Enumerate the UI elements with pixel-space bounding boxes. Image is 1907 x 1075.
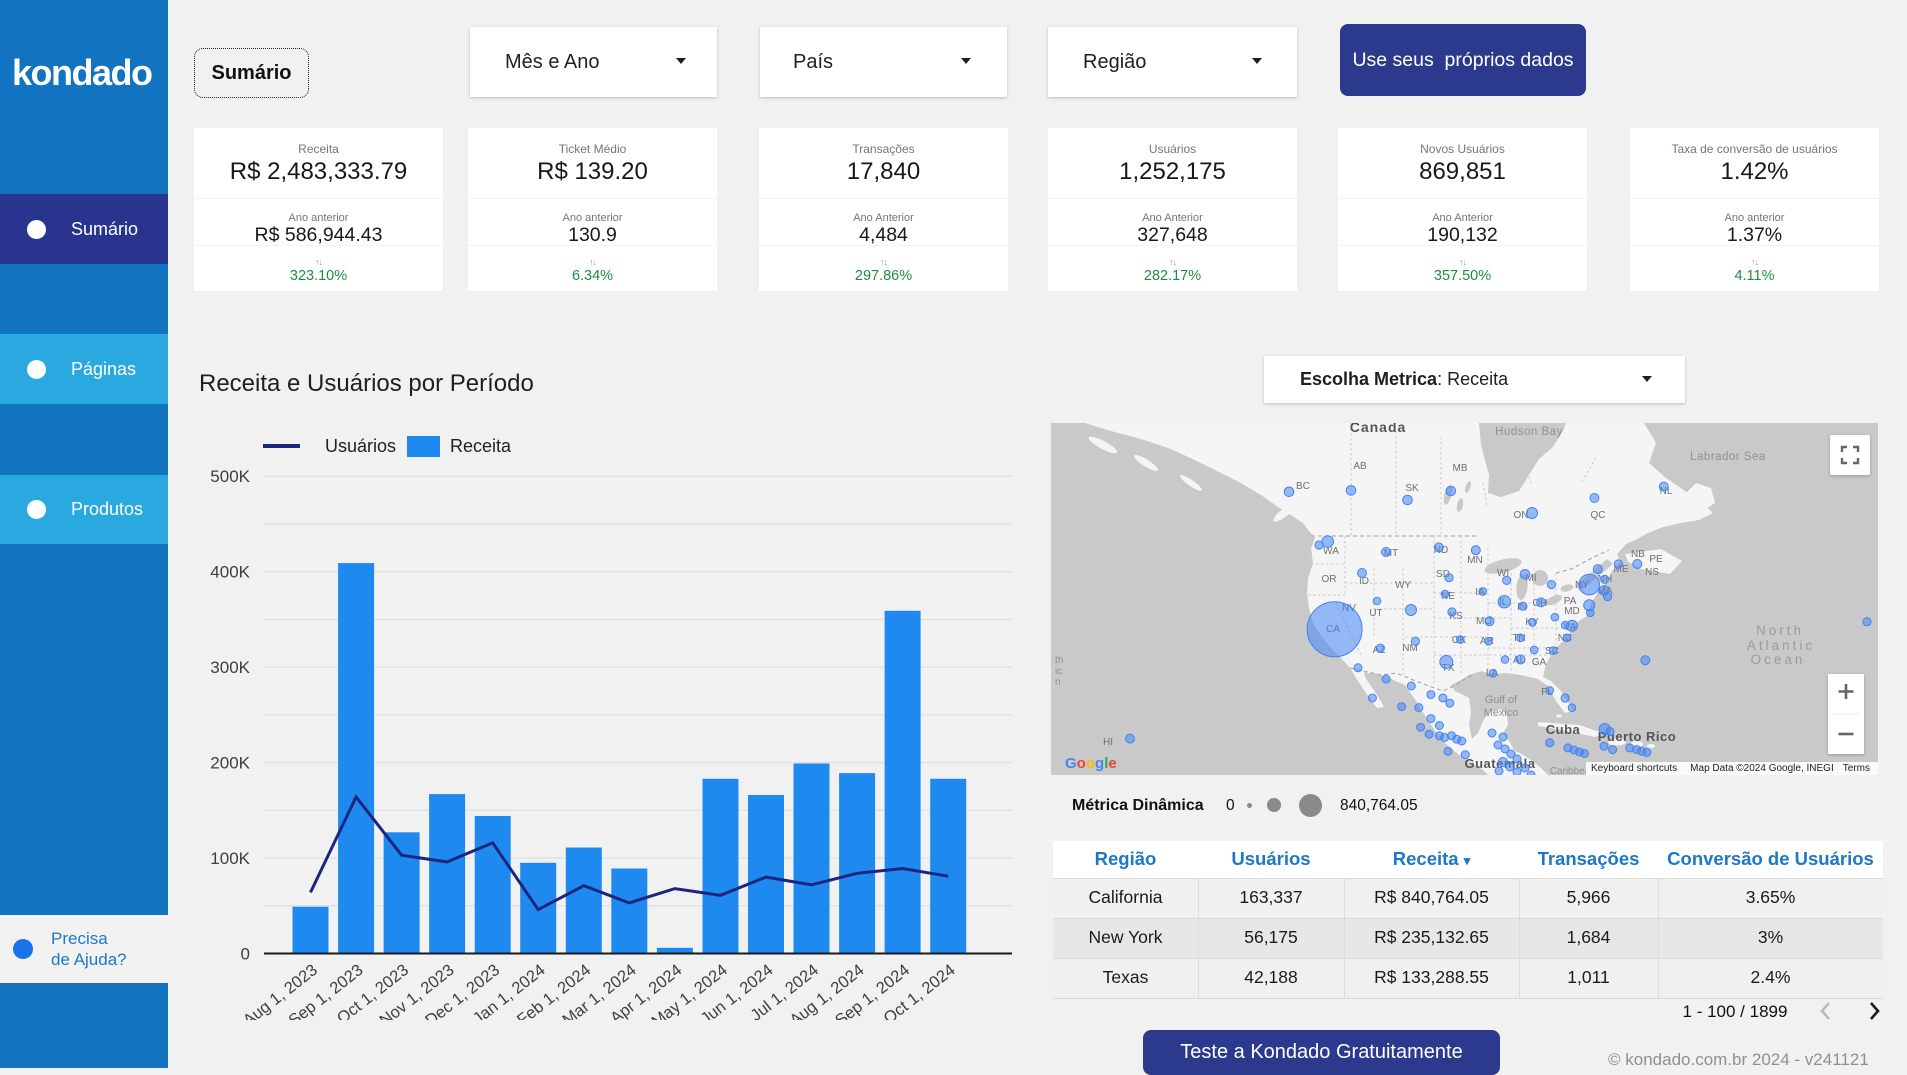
svg-text:QC: QC (1591, 510, 1606, 521)
svg-text:UT: UT (1369, 608, 1382, 619)
svg-text:Atlantic: Atlantic (1747, 638, 1815, 653)
svg-text:500K: 500K (210, 467, 250, 486)
svg-text:Canada: Canada (1350, 423, 1407, 435)
svg-text:MB: MB (1453, 463, 1468, 474)
svg-text:Labrador Sea: Labrador Sea (1690, 451, 1766, 463)
svg-text:PE: PE (1649, 554, 1663, 565)
svg-text:Ocean: Ocean (1751, 652, 1806, 667)
svg-text:Gulf of: Gulf of (1485, 694, 1518, 706)
svg-text:NB: NB (1631, 549, 1645, 560)
svg-text:HI: HI (1103, 737, 1113, 748)
svg-text:AB: AB (1353, 461, 1367, 472)
svg-text:BC: BC (1296, 481, 1310, 492)
svg-text:GA: GA (1532, 657, 1547, 668)
svg-text:0: 0 (241, 945, 250, 964)
svg-text:n: n (1055, 677, 1061, 688)
svg-text:North: North (1756, 623, 1804, 638)
svg-text:Cuba: Cuba (1546, 722, 1581, 737)
svg-text:Caribbea: Caribbea (1550, 766, 1591, 775)
svg-text:th: th (1055, 655, 1063, 666)
svg-text:MD: MD (1564, 606, 1580, 617)
svg-text:NS: NS (1645, 567, 1659, 578)
svg-text:MN: MN (1467, 555, 1483, 566)
svg-text:Mexico: Mexico (1484, 707, 1519, 719)
svg-text:ic: ic (1055, 666, 1062, 677)
svg-text:OR: OR (1322, 574, 1337, 585)
svg-text:WY: WY (1395, 580, 1411, 591)
svg-text:400K: 400K (210, 563, 250, 582)
svg-text:SK: SK (1405, 483, 1419, 494)
svg-text:WA: WA (1323, 546, 1339, 557)
svg-text:Hudson Bay: Hudson Bay (1495, 426, 1563, 438)
svg-text:300K: 300K (210, 658, 250, 677)
svg-text:200K: 200K (210, 754, 250, 773)
svg-text:100K: 100K (210, 849, 250, 868)
